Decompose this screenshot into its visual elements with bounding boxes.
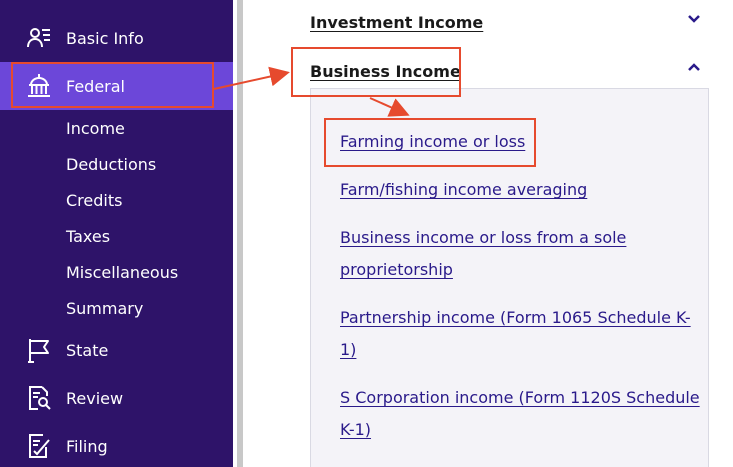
sidebar-item-label: Filing	[66, 436, 108, 456]
sidebar-subitem-deductions[interactable]: Deductions	[66, 155, 156, 174]
chevron-down-icon[interactable]	[687, 14, 701, 24]
sidebar-subitem-summary[interactable]: Summary	[66, 299, 143, 318]
link-s-corporation-income[interactable]: S Corporation income (Form 1120S Schedul…	[340, 382, 700, 414]
document-search-icon	[29, 386, 51, 410]
sidebar-item-state[interactable]: State	[0, 326, 233, 374]
sidebar-subitem-taxes[interactable]: Taxes	[66, 227, 110, 246]
sidebar-item-filing[interactable]: Filing	[0, 422, 233, 467]
flag-icon	[28, 339, 49, 363]
sidebar-item-review[interactable]: Review	[0, 374, 233, 422]
sidebar-item-label: Review	[66, 388, 124, 408]
section-investment-income[interactable]: Investment Income	[310, 13, 483, 32]
document-check-icon	[29, 434, 50, 458]
highlight-federal	[11, 62, 214, 108]
link-s-corporation-income-cont[interactable]: K-1)	[340, 414, 371, 446]
highlight-business-income	[291, 47, 461, 97]
sidebar-subitem-credits[interactable]: Credits	[66, 191, 122, 210]
person-list-icon	[27, 28, 50, 48]
sidebar-subitem-miscellaneous[interactable]: Miscellaneous	[66, 263, 178, 282]
scrollbar[interactable]	[237, 0, 243, 467]
link-sole-proprietorship-cont[interactable]: proprietorship	[340, 254, 453, 286]
sidebar-subitem-income[interactable]: Income	[66, 119, 125, 138]
link-partnership-income[interactable]: Partnership income (Form 1065 Schedule K…	[340, 302, 691, 334]
link-farm-fishing-averaging[interactable]: Farm/fishing income averaging	[340, 174, 587, 206]
sidebar-item-label: State	[66, 340, 109, 360]
sidebar-item-label: Basic Info	[66, 28, 144, 48]
chevron-up-icon[interactable]	[687, 62, 701, 72]
sidebar-item-basic-info[interactable]: Basic Info	[0, 14, 233, 62]
highlight-farming-income	[324, 118, 536, 167]
link-sole-proprietorship[interactable]: Business income or loss from a sole	[340, 222, 626, 254]
link-partnership-income-cont[interactable]: 1)	[340, 334, 356, 366]
